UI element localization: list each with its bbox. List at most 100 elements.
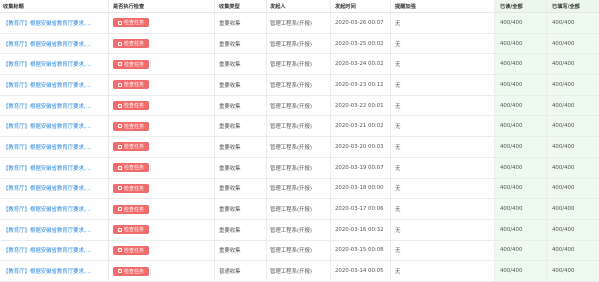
row-type: 重要收集: [219, 207, 241, 214]
row-title-link[interactable]: 【教育厅】根据安徽省教育厅要求,…: [3, 184, 91, 192]
row-done-count: 400/400: [552, 268, 575, 275]
check-task-button-label: 检查任务: [124, 61, 145, 68]
row-initiator: 管理工程系(开报): [270, 62, 312, 69]
row-initiator: 管理工程系(开报): [270, 165, 312, 172]
check-task-button[interactable]: 检查任务: [113, 39, 150, 49]
row-initiator: 管理工程系(开报): [270, 41, 312, 48]
row-title-link[interactable]: 【教育厅】根据安徽省教育厅要求,…: [3, 122, 91, 130]
row-initiator: 管理工程系(开报): [270, 227, 312, 234]
table-row: 【教育厅】根据安徽省教育厅要求,… 检查任务 重要收集 管理工程系(开报) 20…: [0, 34, 599, 55]
check-task-button[interactable]: 检查任务: [113, 18, 150, 28]
row-type: 重要收集: [219, 41, 241, 48]
row-title-link[interactable]: 【教育厅】根据安徽省教育厅要求,…: [3, 60, 91, 68]
table-header: 收集标题 是否执行检查 收集类型 发起人 发起时间 提醒加强 已读/全部 已填写…: [0, 0, 599, 13]
table-row: 【教育厅】根据安徽省教育厅要求,… 检查任务 重要收集 管理工程系(开报) 20…: [0, 75, 599, 96]
row-title-link[interactable]: 【教育厅】根据安徽省教育厅要求,…: [3, 246, 91, 254]
check-task-button[interactable]: 检查任务: [113, 142, 150, 152]
row-read-count: 400/400: [500, 143, 523, 150]
check-task-button-label: 检查任务: [124, 185, 145, 192]
row-initiator: 管理工程系(开报): [270, 20, 312, 27]
header-initiator[interactable]: 发起人: [270, 0, 330, 12]
check-task-button[interactable]: 检查任务: [113, 163, 150, 173]
header-read[interactable]: 已读/全部: [494, 0, 552, 12]
row-remind: 无: [395, 62, 401, 69]
row-read-count: 400/400: [500, 206, 523, 213]
row-done-count: 400/400: [552, 123, 575, 130]
check-task-button[interactable]: 检查任务: [113, 183, 150, 193]
task-icon: [118, 103, 122, 108]
row-title-link[interactable]: 【教育厅】根据安徽省教育厅要求,…: [3, 205, 91, 213]
row-remind: 无: [395, 124, 401, 131]
row-title-link[interactable]: 【教育厅】根据安徽省教育厅要求,…: [3, 226, 91, 234]
row-remind: 无: [395, 165, 401, 172]
row-done-count: 400/400: [552, 61, 575, 68]
row-title-link[interactable]: 【教育厅】根据安徽省教育厅要求,…: [3, 81, 91, 89]
task-icon: [118, 144, 122, 149]
task-icon: [118, 62, 122, 67]
row-done-count: 400/400: [552, 102, 575, 109]
column-divider: [494, 0, 495, 282]
task-icon: [118, 82, 122, 87]
row-type: 普通收集: [219, 269, 241, 276]
header-title[interactable]: 收集标题: [3, 0, 103, 12]
header-time[interactable]: 发起时间: [335, 0, 390, 12]
row-time: 2020-03-23 00:12: [335, 81, 384, 88]
header-done[interactable]: 已填写/全部: [546, 0, 599, 12]
row-done-count: 400/400: [552, 185, 575, 192]
row-type: 重要收集: [219, 103, 241, 110]
row-type: 重要收集: [219, 62, 241, 69]
check-task-button-label: 检查任务: [124, 123, 145, 130]
row-time: 2020-03-24 00:02: [335, 61, 384, 68]
check-task-button[interactable]: 检查任务: [113, 245, 150, 255]
check-task-button[interactable]: 检查任务: [113, 101, 150, 111]
row-initiator: 管理工程系(开报): [270, 144, 312, 151]
row-initiator: 管理工程系(开报): [270, 82, 312, 89]
row-time: 2020-03-21 00:02: [335, 123, 384, 130]
check-task-button[interactable]: 检查任务: [113, 80, 150, 90]
header-remind[interactable]: 提醒加强: [395, 0, 440, 12]
check-task-button-label: 检查任务: [124, 268, 145, 275]
row-remind: 无: [395, 41, 401, 48]
task-icon: [118, 207, 122, 212]
row-initiator: 管理工程系(开报): [270, 124, 312, 131]
task-icon: [118, 186, 122, 191]
header-type[interactable]: 收集类型: [219, 0, 264, 12]
check-task-button[interactable]: 检查任务: [113, 59, 150, 69]
row-remind: 无: [395, 248, 401, 255]
row-remind: 无: [395, 144, 401, 151]
row-done-count: 400/400: [552, 164, 575, 171]
table-row: 【教育厅】根据安徽省教育厅要求,… 检查任务 重要收集 管理工程系(开报) 20…: [0, 158, 599, 179]
row-initiator: 管理工程系(开报): [270, 186, 312, 193]
row-read-count: 400/400: [500, 40, 523, 47]
row-type: 重要收集: [219, 186, 241, 193]
row-title-link[interactable]: 【教育厅】根据安徽省教育厅要求,…: [3, 40, 91, 48]
row-time: 2020-03-17 00:06: [335, 206, 384, 213]
check-task-button-label: 检查任务: [124, 20, 145, 27]
row-type: 重要收集: [219, 82, 241, 89]
row-title-link[interactable]: 【教育厅】根据安徽省教育厅要求,…: [3, 19, 91, 27]
check-task-button-label: 检查任务: [124, 227, 145, 234]
table-body: 【教育厅】根据安徽省教育厅要求,… 检查任务 重要收集 管理工程系(开报) 20…: [0, 13, 599, 282]
row-title-link[interactable]: 【教育厅】根据安徽省教育厅要求,…: [3, 102, 91, 110]
row-title-link[interactable]: 【教育厅】根据安徽省教育厅要求,…: [3, 143, 91, 151]
row-title-link[interactable]: 【教育厅】根据安徽省教育厅要求,…: [3, 164, 91, 172]
check-task-button[interactable]: 检查任务: [113, 266, 150, 276]
check-task-button[interactable]: 检查任务: [113, 204, 150, 214]
check-task-button[interactable]: 检查任务: [113, 225, 150, 235]
table-row: 【教育厅】根据安徽省教育厅要求,… 检查任务 重要收集 管理工程系(开报) 20…: [0, 54, 599, 76]
check-task-button-label: 检查任务: [124, 103, 145, 110]
row-time: 2020-03-14 00:05: [335, 268, 384, 275]
row-type: 重要收集: [219, 227, 241, 234]
table-row: 【教育厅】根据安徽省教育厅要求,… 检查任务 重要收集 管理工程系(开报) 20…: [0, 179, 599, 200]
row-remind: 无: [395, 20, 401, 27]
check-task-button-label: 检查任务: [124, 82, 145, 89]
row-title-link[interactable]: 【教育厅】根据安徽省教育厅要求,…: [3, 267, 91, 275]
table-row: 【教育厅】根据安徽省教育厅要求,… 检查任务 重要收集 管理工程系(开报) 20…: [0, 137, 599, 158]
task-icon: [118, 269, 122, 274]
header-exec-check[interactable]: 是否执行检查: [113, 0, 213, 12]
row-time: 2020-03-22 00:01: [335, 102, 384, 109]
check-task-button[interactable]: 检查任务: [113, 121, 150, 131]
row-read-count: 400/400: [500, 226, 523, 233]
column-divider: [214, 0, 215, 282]
row-type: 重要收集: [219, 165, 241, 172]
